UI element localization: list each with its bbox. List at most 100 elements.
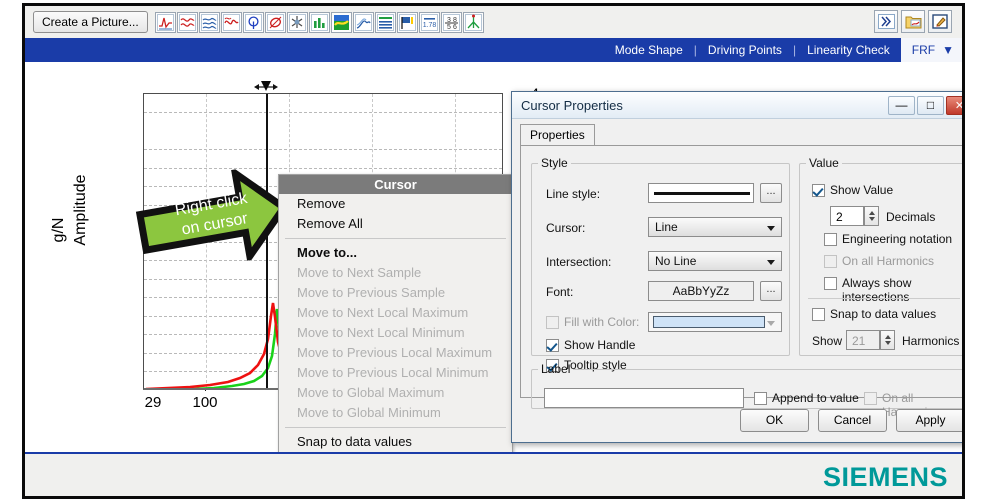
toolbar-right-group (874, 10, 952, 33)
cursor-handle-icon[interactable] (251, 80, 281, 94)
ribbon-tab-mode-shape[interactable]: Mode Shape (604, 38, 694, 62)
modal-shape-icon[interactable] (462, 11, 484, 33)
menu-item-move-previous-local-maximum[interactable]: Move to Previous Local Maximum (279, 343, 512, 363)
tab-properties[interactable]: Properties (520, 124, 595, 146)
wave-overlay-icon[interactable] (220, 11, 242, 33)
cancel-button[interactable]: Cancel (818, 409, 887, 432)
font-browse-button[interactable]: ... (760, 281, 782, 301)
stepper-up-icon[interactable] (869, 211, 875, 215)
minimize-icon[interactable]: — (888, 95, 915, 115)
toolbar: Create a Picture... 1.78 3 8 5 6 (25, 6, 962, 38)
close-icon[interactable]: ✕ (946, 95, 962, 115)
dialog-titlebar[interactable]: Cursor Properties — □ ✕ (512, 92, 962, 119)
font-preview-field[interactable]: AaBbYyZz (648, 281, 754, 301)
on-all-harmonics-checkbox[interactable] (824, 255, 837, 268)
show-handle-checkbox[interactable] (546, 339, 559, 352)
nyquist-icon[interactable] (242, 11, 264, 33)
harmonics-stepper[interactable] (880, 330, 895, 350)
list-icon[interactable] (374, 11, 396, 33)
cursor-context-menu[interactable]: Cursor Remove Remove All Move to... Move… (278, 174, 513, 496)
ribbon-tabbar: Mode Shape | Driving Points | Linearity … (25, 38, 962, 62)
create-a-picture-button[interactable]: Create a Picture... (33, 11, 148, 33)
edit-picture-icon[interactable] (928, 10, 952, 33)
menu-item-move-to: Move to... (297, 245, 357, 260)
menu-item-move-next-sample[interactable]: Move to Next Sample (279, 263, 512, 283)
show-value-checkbox[interactable] (812, 184, 825, 197)
on-all-harmonics-label: On all Harmonics (842, 254, 935, 268)
fill-color-swatch (653, 316, 765, 328)
harmonics-input[interactable]: 21 (846, 330, 880, 350)
menu-item-move-global-maximum[interactable]: Move to Global Maximum (279, 383, 512, 403)
dialog-body: Properties Style Line style: ... Cursor: (512, 119, 962, 442)
colormap-icon[interactable] (330, 11, 352, 33)
always-show-intersections-checkbox[interactable] (824, 277, 837, 290)
menu-item-remove[interactable]: Remove (279, 194, 512, 214)
stepper-down-icon[interactable] (869, 217, 875, 221)
ribbon-tab-frf[interactable]: FRF ▼ (900, 38, 962, 62)
intersection-label: Intersection: (546, 255, 612, 269)
engineering-notation-checkbox[interactable] (824, 233, 837, 246)
label-on-all-harmonics-checkbox[interactable] (864, 392, 877, 405)
fill-with-color-checkbox[interactable] (546, 316, 559, 329)
svg-text:5: 5 (447, 24, 451, 31)
ok-button[interactable]: OK (740, 409, 809, 432)
time-signal-icon[interactable] (154, 11, 176, 33)
bar-chart-icon[interactable] (308, 11, 330, 33)
intersection-combobox[interactable]: No Line (648, 251, 782, 271)
show-value-label: Show Value (830, 183, 894, 197)
cursor-properties-dialog[interactable]: Cursor Properties — □ ✕ Properties Style… (511, 91, 962, 443)
line-style-preview[interactable] (648, 183, 754, 203)
menu-item-snap-to-data-values[interactable]: Snap to data values (279, 432, 512, 452)
waterfall-icon[interactable] (198, 11, 220, 33)
decimals-input-value: 2 (836, 210, 843, 224)
label-text-input[interactable] (544, 388, 744, 408)
dialog-tabstrip: Properties (520, 124, 962, 146)
fill-with-color-label: Fill with Color: (564, 315, 640, 329)
chevron-down-icon (767, 260, 775, 265)
value-group-legend: Value (809, 156, 839, 170)
value-group-divider (808, 298, 960, 299)
append-to-value-checkbox[interactable] (754, 392, 767, 405)
snap-to-data-values-checkbox[interactable] (812, 308, 825, 321)
apply-button[interactable]: Apply (896, 409, 962, 432)
decimals-input[interactable]: 2 (830, 206, 864, 226)
menu-separator (285, 427, 506, 428)
cursor-label: Cursor: (546, 221, 586, 235)
next-page-icon[interactable] (874, 10, 898, 33)
dialog-title: Cursor Properties (521, 97, 623, 113)
decimals-stepper[interactable] (864, 206, 879, 226)
decimals-label: Decimals (886, 210, 936, 224)
fill-color-combobox[interactable] (648, 312, 782, 332)
ribbon-tab-driving-points[interactable]: Driving Points (697, 38, 793, 62)
annotation-icon[interactable] (396, 11, 418, 33)
menu-item-move-previous-local-minimum[interactable]: Move to Previous Local Minimum (279, 363, 512, 383)
harmonics-input-value: 21 (852, 334, 866, 348)
ribbon-tab-linearity-check[interactable]: Linearity Check (796, 38, 901, 62)
menu-item-move-previous-sample[interactable]: Move to Previous Sample (279, 283, 512, 303)
toolbar-icon-group: 1.78 3856 (154, 11, 484, 33)
geometry-icon[interactable] (286, 11, 308, 33)
menu-item-move-global-minimum[interactable]: Move to Global Minimum (279, 403, 512, 423)
menu-item-move-next-local-maximum[interactable]: Move to Next Local Maximum (279, 303, 512, 323)
line-style-sample (654, 192, 750, 195)
stepper-up-icon[interactable] (885, 335, 891, 339)
maximize-icon[interactable]: □ (917, 95, 944, 115)
stepper-down-icon[interactable] (885, 341, 891, 345)
menu-item-remove-all[interactable]: Remove All (279, 214, 512, 234)
menu-item-move-next-local-minimum[interactable]: Move to Next Local Minimum (279, 323, 512, 343)
chevron-down-icon[interactable]: ▼ (942, 43, 954, 57)
numeric-display-icon[interactable]: 1.78 (418, 11, 440, 33)
orbit-icon[interactable] (264, 11, 286, 33)
y-axis-unit-label: g/N (50, 217, 67, 243)
line-style-browse-button[interactable]: ... (760, 183, 782, 203)
cursor-combobox[interactable]: Line (648, 217, 782, 237)
show-handle-label: Show Handle (564, 338, 636, 352)
svg-text:1.78: 1.78 (422, 22, 436, 29)
intersection-combobox-value: No Line (655, 254, 697, 268)
fraction-icon[interactable]: 3856 (440, 11, 462, 33)
campbell-icon[interactable] (352, 11, 374, 33)
new-picture-icon[interactable] (901, 10, 925, 33)
dialog-panel: Style Line style: ... Cursor: Line Inter… (520, 145, 962, 419)
line-style-label: Line style: (546, 187, 601, 201)
spectrum-icon[interactable] (176, 11, 198, 33)
